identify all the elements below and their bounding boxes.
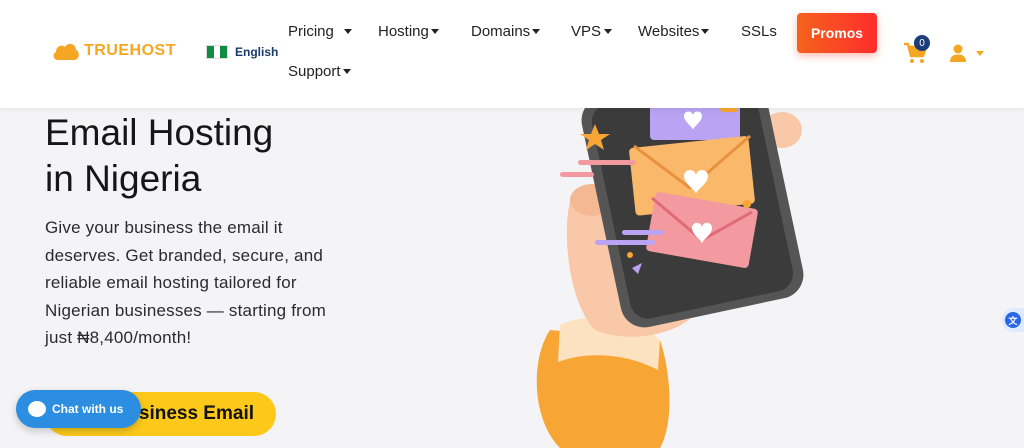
nav-websites-label: Websites (638, 23, 700, 40)
cart-count-badge: 0 (914, 35, 930, 51)
chevron-down-icon (343, 29, 352, 34)
chevron-down-icon (976, 50, 984, 56)
site-header: TRUEHOST English Pricing Hosting Domains… (0, 0, 1024, 108)
nav-vps[interactable]: VPS (571, 23, 613, 40)
cloud-logo-icon (53, 43, 79, 60)
phone-email-illustration (536, 100, 804, 448)
language-label: English (235, 45, 279, 59)
page-title-line1: Email Hosting (45, 112, 274, 153)
chevron-down-icon (342, 69, 351, 74)
nav-pricing-label: Pricing (288, 23, 334, 40)
promos-button[interactable]: Promos (797, 13, 877, 53)
language-selector[interactable]: English (206, 45, 278, 59)
chat-label: Chat with us (52, 402, 124, 416)
nav-hosting-label: Hosting (378, 23, 429, 40)
nav-websites[interactable]: Websites (638, 23, 710, 40)
nav-domains-label: Domains (471, 23, 531, 40)
user-menu[interactable] (948, 42, 988, 64)
chevron-down-icon (701, 29, 710, 34)
user-icon (950, 44, 966, 62)
chevron-down-icon (604, 29, 613, 34)
logo-text: TRUEHOST (84, 42, 176, 59)
nav-vps-label: VPS (571, 23, 602, 40)
translate-icon: 文 (1005, 312, 1021, 328)
nigeria-flag-icon (206, 45, 228, 59)
nav-ssls-label: SSLs (741, 23, 777, 40)
page-title-line2: in Nigeria (45, 158, 202, 199)
nav-support[interactable]: Support (288, 63, 351, 80)
chat-with-us-button[interactable]: Chat with us (16, 390, 141, 428)
nav-ssls[interactable]: SSLs (741, 23, 777, 40)
chat-bubble-icon (28, 401, 46, 417)
nav-pricing[interactable]: Pricing (288, 23, 352, 40)
nav-support-label: Support (288, 63, 341, 80)
chevron-down-icon (430, 29, 439, 34)
chevron-down-icon (532, 29, 541, 34)
nav-hosting[interactable]: Hosting (378, 23, 439, 40)
hero-description: Give your business the email it deserves… (45, 218, 327, 347)
nav-domains[interactable]: Domains (471, 23, 541, 40)
page-title: Email Hosting in Nigeria (45, 110, 365, 202)
logo[interactable]: TRUEHOST (52, 40, 176, 62)
translate-widget[interactable]: 文 (1002, 308, 1024, 332)
